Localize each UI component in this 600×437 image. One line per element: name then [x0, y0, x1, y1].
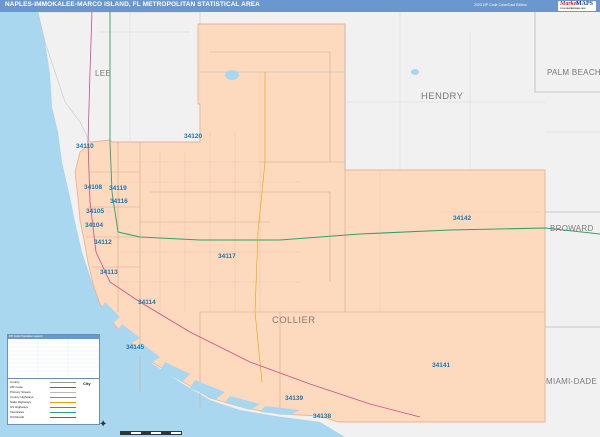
legend-line-toll-roads [50, 417, 76, 418]
zip-label[interactable]: 34114 [138, 299, 156, 307]
lake-hendry [411, 69, 419, 75]
legend-city-label: City [83, 381, 91, 386]
legend-line-zip [50, 387, 76, 388]
county-label-palm-beach: PALM BEACH [547, 68, 600, 77]
legend-line-interstates [50, 412, 76, 413]
map-title: NAPLES-IMMOKALEE-MARCO ISLAND, FL METROP… [5, 1, 260, 8]
scale-bar [120, 431, 182, 435]
zip-label[interactable]: 34138 [313, 413, 331, 421]
zip-label[interactable]: 34145 [126, 344, 144, 352]
zip-label[interactable]: 34108 [84, 184, 102, 192]
zip-label[interactable]: 34110 [76, 143, 94, 151]
legend-item-county-highways: County Highways [10, 395, 34, 399]
legend-line-state-highways [50, 402, 76, 403]
legend-line-county-highways [50, 397, 76, 398]
legend-item-primary-streets: Primary Streets [10, 390, 31, 394]
legend-item-us-highways: US Highways [10, 405, 29, 409]
compass-rose-icon: ✦ [99, 419, 108, 430]
zip-label[interactable]: 34119 [109, 185, 127, 193]
zip-label[interactable]: 34141 [432, 362, 450, 370]
map-legend: County ZIP Code Primary Streets County H… [7, 378, 100, 425]
county-label-hendry: HENDRY [421, 91, 464, 102]
county-label-broward: BROWARD [550, 224, 594, 233]
zip-label[interactable]: 34117 [218, 253, 236, 261]
legend-line-primary-streets [50, 392, 76, 393]
zip-label[interactable]: 34113 [100, 269, 118, 277]
publisher-logo: Market MAPS www.marketmaps.com [558, 1, 596, 11]
legend-item-zip: ZIP Code [10, 385, 23, 389]
zip-label[interactable]: 34142 [453, 215, 471, 223]
lake-trafford [225, 70, 239, 80]
legend-item-interstates: Interstates [10, 410, 25, 414]
legend-item-county: County [10, 380, 20, 384]
legend-item-toll-roads: Toll Roads [10, 415, 25, 419]
county-label-miami-dade: MIAMI-DADE [546, 377, 597, 386]
legend-item-state-highways: State Highways [10, 400, 31, 404]
legend-line-us-highways [50, 407, 76, 408]
zip-label[interactable]: 34112 [94, 239, 112, 247]
zip-label[interactable]: 34104 [85, 222, 103, 230]
title-bar: NAPLES-IMMOKALEE-MARCO ISLAND, FL METROP… [0, 0, 600, 12]
zip-label[interactable]: 34116 [110, 198, 128, 206]
county-label-collier: COLLIER [272, 315, 316, 326]
edition-label: 2023 ZIP Code Color/Cast Edition [474, 3, 527, 7]
zip-label[interactable]: 34120 [184, 133, 202, 141]
legend-table-grid [8, 339, 99, 378]
zip-label[interactable]: 34139 [285, 395, 303, 403]
legend-line-county [50, 382, 76, 383]
zip-label[interactable]: 34105 [86, 208, 104, 216]
logo-sub-text: www.marketmaps.com [560, 7, 586, 10]
zip-population-legend: ZIP Code Population Legend [7, 334, 100, 379]
county-label-lee: LEE [95, 69, 112, 78]
